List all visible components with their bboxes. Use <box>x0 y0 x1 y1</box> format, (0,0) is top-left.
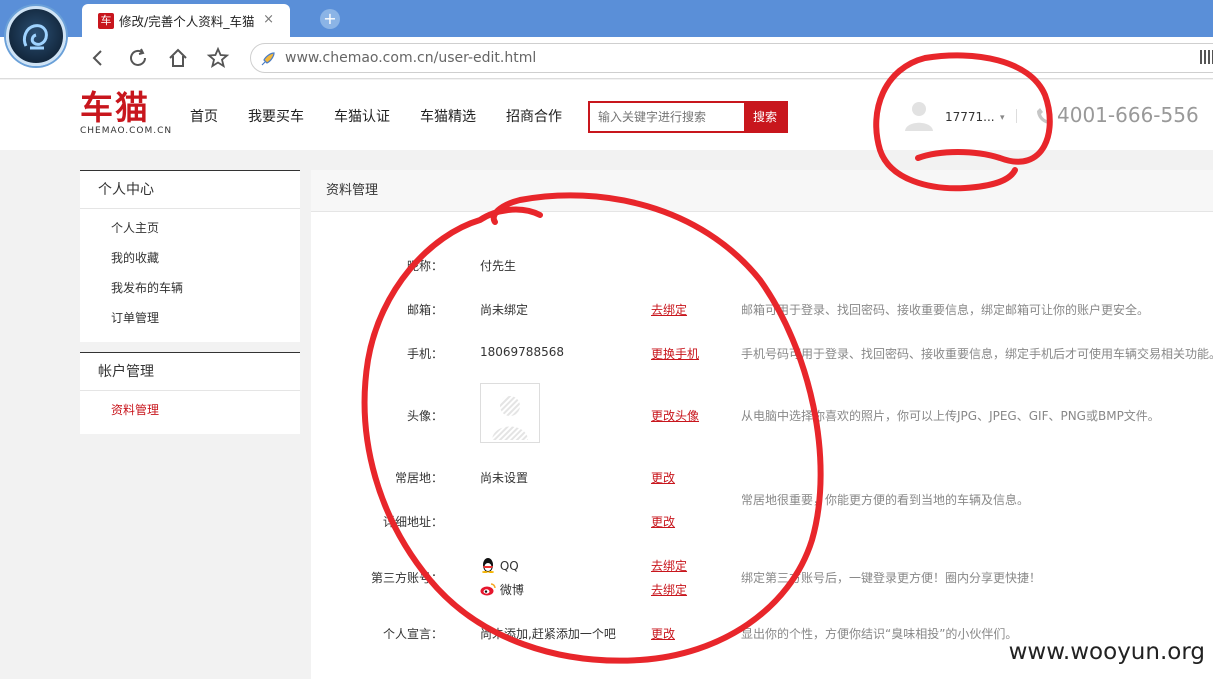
profile-panel: 资料管理 昵称： 付先生 邮箱： 尚未绑定 去绑定 邮箱可用于登录、找回密码、接… <box>311 170 1213 679</box>
user-avatar-icon[interactable] <box>902 98 936 132</box>
change-phone-link[interactable]: 更换手机 <box>651 345 699 362</box>
qr-code-icon[interactable] <box>1200 50 1213 64</box>
email-tip: 邮箱可用于登录、找回密码、接收重要信息，绑定邮箱可让你的账户更安全。 <box>741 303 1150 317</box>
browser-toolbar: www.chemao.com.cn/user-edit.html <box>0 37 1213 79</box>
search-box: 搜索 <box>588 101 788 133</box>
star-icon[interactable] <box>206 46 230 70</box>
bind-email-link[interactable]: 去绑定 <box>651 301 687 318</box>
home-icon[interactable] <box>166 46 190 70</box>
search-button[interactable]: 搜索 <box>744 103 786 131</box>
nickname-value: 付先生 <box>480 259 517 273</box>
email-label: 邮箱： <box>406 303 443 317</box>
change-avatar-link[interactable]: 更改头像 <box>651 407 699 424</box>
avatar-tip: 从电脑中选择你喜欢的照片，你可以上传JPG、JPEG、GIF、PNG或BMP文件… <box>741 409 1160 423</box>
nav-item-home[interactable]: 首页 <box>190 106 218 126</box>
site-logo[interactable]: 车猫 CHEMAO.COM.CN <box>80 88 173 137</box>
avatar <box>480 383 540 443</box>
sidebar-group-title: 个人中心 <box>80 171 300 209</box>
rocket-icon <box>259 50 277 68</box>
sidebar-group-title: 帐户管理 <box>80 353 300 391</box>
nav-item-buy[interactable]: 我要买车 <box>248 106 304 126</box>
motto-value: 尚未添加,赶紧添加一个吧 <box>480 627 616 641</box>
main-nav: 首页 我要买车 车猫认证 车猫精选 招商合作 <box>190 106 592 126</box>
qq-icon <box>482 558 494 573</box>
chevron-down-icon[interactable]: ▾ <box>1000 113 1005 123</box>
logo-en: CHEMAO.COM.CN <box>80 126 173 136</box>
sidebar-item-orders[interactable]: 订单管理 <box>80 303 300 333</box>
residence-label: 常居地： <box>394 471 443 485</box>
qq-label: QQ <box>499 559 519 573</box>
phone-icon <box>1036 107 1052 129</box>
sidebar-group-account: 帐户管理 资料管理 <box>80 352 300 434</box>
sidebar-item-home[interactable]: 个人主页 <box>80 213 300 243</box>
sidebar-item-profile[interactable]: 资料管理 <box>80 395 300 425</box>
logo-cn: 车猫 <box>80 88 150 127</box>
sidebar-item-my-cars[interactable]: 我发布的车辆 <box>80 273 300 303</box>
third-party-tip: 绑定第三方账号后，一键登录更方便！圈内分享更快捷！ <box>741 571 1042 585</box>
nav-item-selected[interactable]: 车猫精选 <box>420 106 476 126</box>
divider <box>1016 109 1017 123</box>
sidebar-item-favorites[interactable]: 我的收藏 <box>80 243 300 273</box>
motto-tip: 显出你的个性，方便你结识“臭味相投”的小伙伴们。 <box>741 627 1018 641</box>
third-party-label: 第三方账号： <box>370 571 443 585</box>
nickname-label: 昵称： <box>406 259 443 273</box>
bind-weibo-link[interactable]: 去绑定 <box>651 581 687 598</box>
browser-tab[interactable]: 车 修改/完善个人资料_车猫 × <box>82 4 290 37</box>
avatar-label: 头像： <box>406 409 443 423</box>
address-bar[interactable]: www.chemao.com.cn/user-edit.html <box>250 43 1213 73</box>
browser-logo-icon[interactable] <box>6 6 66 66</box>
qq-account: QQ <box>480 557 519 573</box>
bind-qq-link[interactable]: 去绑定 <box>651 557 687 574</box>
phone-value: 18069788568 <box>480 345 564 359</box>
residence-value: 尚未设置 <box>480 471 529 485</box>
weibo-icon <box>480 583 496 596</box>
weibo-account: 微博 <box>480 581 524 598</box>
phone-label: 手机： <box>406 347 443 361</box>
reload-icon[interactable] <box>126 46 150 70</box>
email-value: 尚未绑定 <box>480 303 529 317</box>
address-label: 详细地址： <box>382 515 443 529</box>
back-icon[interactable] <box>86 46 110 70</box>
hotline: 4001-666-556 <box>1057 103 1199 127</box>
favicon-icon: 车 <box>98 12 114 29</box>
nav-item-certified[interactable]: 车猫认证 <box>334 106 390 126</box>
weibo-label: 微博 <box>499 583 524 597</box>
new-tab-button[interactable]: + <box>320 9 340 29</box>
user-name[interactable]: 17771... <box>945 110 995 124</box>
url-text: www.chemao.com.cn/user-edit.html <box>285 50 537 66</box>
change-address-link[interactable]: 更改 <box>651 513 675 530</box>
site-header: 车猫 CHEMAO.COM.CN 首页 我要买车 车猫认证 车猫精选 招商合作 … <box>0 80 1213 150</box>
change-residence-link[interactable]: 更改 <box>651 469 675 486</box>
search-input[interactable] <box>590 103 744 131</box>
phone-tip: 手机号码可用于登录、找回密码、接收重要信息，绑定手机后才可使用车辆交易相关功能。 <box>741 347 1213 361</box>
location-tip: 常居地很重要，你能更方便的看到当地的车辆及信息。 <box>741 493 1030 507</box>
panel-title: 资料管理 <box>311 170 1213 212</box>
motto-label: 个人宣言： <box>382 627 443 641</box>
change-motto-link[interactable]: 更改 <box>651 625 675 642</box>
tab-title: 修改/完善个人资料_车猫 <box>119 14 255 29</box>
watermark: www.wooyun.org <box>1008 639 1205 665</box>
sidebar-group-personal: 个人中心 个人主页 我的收藏 我发布的车辆 订单管理 <box>80 170 300 342</box>
nav-item-business[interactable]: 招商合作 <box>506 106 562 126</box>
close-icon[interactable]: × <box>263 12 274 27</box>
